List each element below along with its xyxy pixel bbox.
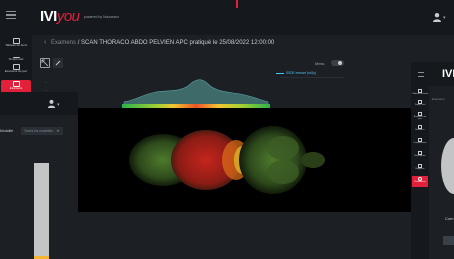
menu-icon[interactable]	[418, 72, 424, 77]
rw-sidebar-item-label: Comparaison	[413, 142, 427, 144]
crop-icon	[41, 59, 49, 67]
right-window-logo[interactable]: IVI	[442, 68, 454, 80]
sidebar-item-dashboard[interactable]: Tableau de bord	[1, 37, 31, 53]
rw-sidebar-item-compare[interactable]: Comparaison	[412, 137, 428, 148]
logo-tagline: powered by Nouveaux	[84, 15, 119, 19]
dose-heatmap-image	[129, 126, 325, 194]
pen-icon	[55, 60, 61, 66]
breadcrumb-parent-link[interactable]: Examens	[51, 40, 76, 46]
rw-sidebar-item-label: Paramètres	[414, 181, 426, 183]
dose-profile-chart	[122, 79, 270, 108]
rw-sidebar-item-stats[interactable]: Statistiques	[412, 150, 428, 161]
chevron-down-icon: ▾	[57, 128, 60, 133]
sidebar-item-label: Examens	[9, 86, 23, 90]
crop-tool-button[interactable]	[40, 58, 50, 68]
right-window-comment-label: Com	[445, 216, 454, 221]
modality-label: Modalité	[0, 129, 14, 133]
chevron-down-icon[interactable]: ▾	[443, 15, 446, 21]
legend-line-icon	[276, 73, 284, 74]
sidebar-item-label: Temps réel	[8, 57, 24, 61]
rw-sidebar-item-reports[interactable]: Rapports	[412, 163, 428, 174]
breadcrumb-current: SCAN THORACO ABDO PELVIEN APC pratiqué l…	[81, 40, 275, 46]
rw-sidebar-item-label: Temps réel	[414, 104, 426, 106]
legend-text: SSDE mesuré (mGy)	[286, 71, 316, 75]
app-logo[interactable]: IVIyou	[40, 8, 80, 25]
right-window-button[interactable]	[443, 236, 454, 245]
sidebar-item-label: Examens du jour	[4, 69, 28, 73]
logo-accent-text: you	[56, 8, 80, 25]
rw-sidebar-item-realtime[interactable]: Temps réel	[412, 99, 428, 110]
rw-sidebar-item-label: Rapports	[415, 168, 425, 170]
breadcrumb-separator: /	[77, 40, 80, 46]
right-window-breadcrumb[interactable]: Examens	[432, 97, 445, 101]
rw-sidebar-item-exams[interactable]: Examens	[412, 124, 428, 135]
modality-select-placeholder: Toutes les modalités	[24, 129, 53, 133]
user-avatar-icon[interactable]	[47, 99, 56, 108]
dose-level-bar	[34, 163, 49, 259]
left-window-top-bar	[0, 92, 78, 115]
user-avatar-icon[interactable]	[432, 12, 442, 22]
rw-sidebar-item-settings[interactable]: Paramètres	[412, 176, 428, 187]
rw-sidebar-item-label: Examens	[415, 129, 425, 131]
back-chevron-icon[interactable]: ‹	[44, 39, 46, 46]
dose-curve	[123, 79, 269, 106]
chevron-down-icon[interactable]: ▾	[57, 102, 60, 108]
top-accent-marker	[236, 0, 238, 8]
rw-sidebar-item-label: Examens du jour	[413, 116, 427, 121]
rw-sidebar-item-dashboard[interactable]: Tableau de bord	[412, 88, 428, 99]
rw-sidebar-item-today-exams[interactable]: Examens du jour	[412, 111, 428, 122]
sidebar-item-label: Tableau de bord	[5, 43, 27, 47]
breadcrumb: Examens / SCAN THORACO ABDO PELVIEN APC …	[51, 40, 274, 46]
toggle-label: Mess	[315, 61, 325, 66]
rw-sidebar-item-label: Statistiques	[414, 155, 426, 157]
sidebar-item-today-exams[interactable]: Examens du jour	[1, 63, 31, 79]
logo-main-text: IVI	[40, 8, 57, 25]
rw-sidebar-item-label: Tableau de bord	[412, 93, 428, 95]
scan-image-viewer[interactable]	[78, 108, 411, 212]
menu-icon[interactable]	[6, 11, 16, 19]
pen-tool-button[interactable]	[53, 58, 63, 68]
axis-marker: —	[44, 80, 47, 84]
measure-toggle[interactable]	[331, 60, 344, 66]
